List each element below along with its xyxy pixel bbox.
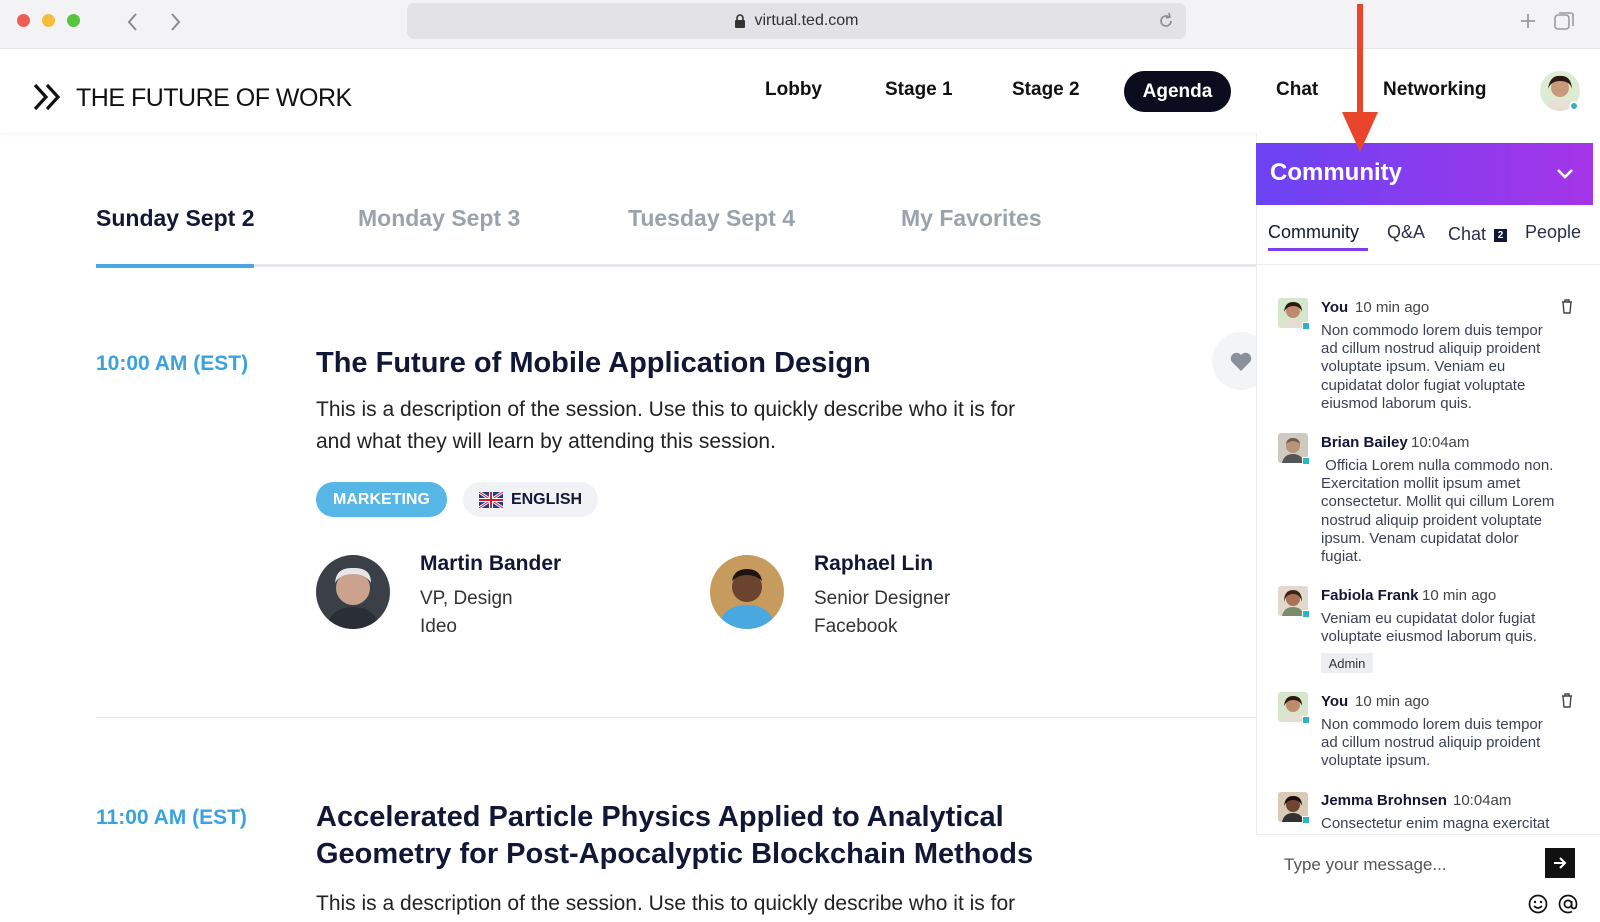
back-icon[interactable] xyxy=(126,12,140,32)
tab-tuesday-sept-4[interactable]: Tuesday Sept 4 xyxy=(628,205,795,232)
emoji-icon[interactable] xyxy=(1527,893,1549,915)
message-text: Officia Lorem nulla commodo non. Exercit… xyxy=(1321,457,1555,566)
chevron-down-icon[interactable] xyxy=(1556,168,1574,180)
tab-monday-sept-3[interactable]: Monday Sept 3 xyxy=(358,205,520,232)
message-text: Non commodo lorem duis tempor ad cillum … xyxy=(1321,322,1543,412)
nav-chat[interactable]: Chat xyxy=(1276,79,1318,101)
message-author[interactable]: You xyxy=(1321,299,1348,316)
admin-badge: Admin xyxy=(1321,653,1373,673)
trash-icon[interactable] xyxy=(1560,298,1574,314)
online-status-dot xyxy=(1302,322,1310,330)
message-input[interactable] xyxy=(1276,846,1546,884)
mention-icon[interactable] xyxy=(1557,893,1579,915)
nav-stage-2[interactable]: Stage 2 xyxy=(1012,79,1080,101)
session-description-line-1: This is a description of the session. Us… xyxy=(316,398,1016,421)
active-community-tab-indicator xyxy=(1268,248,1368,251)
speaker-name[interactable]: Raphael Lin xyxy=(814,552,933,576)
message-time: 10:04am xyxy=(1453,792,1512,809)
message-text: Consectetur enim magna exercitat xyxy=(1321,815,1550,832)
close-window-button[interactable] xyxy=(17,14,30,27)
site-title[interactable]: THE FUTURE OF WORK xyxy=(76,84,352,113)
uk-flag-icon xyxy=(478,491,503,508)
online-status-dot xyxy=(1302,457,1310,465)
logo-chevrons-icon[interactable] xyxy=(33,83,65,111)
session-description-line-2: and what they will learn by attending th… xyxy=(316,430,776,453)
session-title[interactable]: The Future of Mobile Application Design xyxy=(316,345,871,382)
online-status-dot xyxy=(1302,716,1310,724)
speaker-photo[interactable] xyxy=(710,555,784,629)
session-title-line-1[interactable]: Accelerated Particle Physics Applied to … xyxy=(316,799,1004,836)
speaker-role: VP, Design xyxy=(420,588,513,609)
reload-icon[interactable] xyxy=(1157,12,1175,30)
send-button[interactable] xyxy=(1545,848,1575,878)
nav-lobby[interactable]: Lobby xyxy=(765,79,822,101)
tab-chat-label: Chat xyxy=(1448,224,1487,244)
minimize-window-button[interactable] xyxy=(42,14,55,27)
language-pill[interactable]: ENGLISH xyxy=(463,482,598,517)
active-tab-indicator xyxy=(96,264,254,268)
new-tab-icon[interactable] xyxy=(1519,12,1537,30)
message-text: Veniam eu cupidatat dolor fugiat volupta… xyxy=(1321,610,1537,646)
annotation-arrow xyxy=(1342,4,1378,152)
message-author[interactable]: You xyxy=(1321,693,1348,710)
session-time: 10:00 AM (EST) xyxy=(96,352,249,375)
message-time: 10:04am xyxy=(1411,434,1470,451)
address-bar[interactable]: virtual.ted.com xyxy=(407,3,1186,39)
tabs-overview-icon[interactable] xyxy=(1553,11,1575,33)
trash-icon[interactable] xyxy=(1560,692,1574,708)
session-title-line-2[interactable]: Geometry for Post-Apocalyptic Blockchain… xyxy=(316,836,1033,873)
speaker-company: Ideo xyxy=(420,616,457,637)
community-header[interactable]: Community xyxy=(1256,143,1593,205)
message-time: 10 min ago xyxy=(1355,299,1430,316)
tab-community[interactable]: Community xyxy=(1268,222,1359,243)
online-status-dot xyxy=(1569,101,1579,111)
message-time: 10 min ago xyxy=(1422,587,1497,604)
url-text: virtual.ted.com xyxy=(754,12,859,29)
tabs-underline xyxy=(96,264,1256,267)
tab-sunday-sept-2[interactable]: Sunday Sept 2 xyxy=(96,205,254,232)
message-text: Non commodo lorem duis tempor ad cillum … xyxy=(1321,716,1543,770)
session-description-line-1: This is a description of the session. Us… xyxy=(316,892,1016,915)
nav-agenda[interactable]: Agenda xyxy=(1124,71,1231,112)
message-author[interactable]: Jemma Brohnsen xyxy=(1321,792,1447,809)
message-time: 10 min ago xyxy=(1355,693,1430,710)
maximize-window-button[interactable] xyxy=(67,14,80,27)
tab-chat[interactable]: Chat 2 xyxy=(1448,224,1508,245)
message-author[interactable]: Brian Bailey xyxy=(1321,434,1408,451)
tag-marketing[interactable]: MARKETING xyxy=(316,482,447,517)
chat-unread-badge: 2 xyxy=(1494,229,1508,242)
session-divider xyxy=(96,717,1256,718)
forward-icon[interactable] xyxy=(168,12,182,32)
nav-stage-1[interactable]: Stage 1 xyxy=(885,79,953,101)
tab-my-favorites[interactable]: My Favorites xyxy=(901,205,1042,232)
language-label: ENGLISH xyxy=(510,490,583,508)
speaker-name[interactable]: Martin Bander xyxy=(420,552,561,576)
community-tabs-divider xyxy=(1256,264,1600,265)
speaker-company: Facebook xyxy=(814,616,898,637)
online-status-dot xyxy=(1302,610,1310,618)
heart-icon xyxy=(1230,352,1252,371)
nav-networking[interactable]: Networking xyxy=(1383,79,1486,101)
community-header-title: Community xyxy=(1270,159,1402,186)
message-author[interactable]: Fabiola Frank xyxy=(1321,587,1419,604)
speaker-photo[interactable] xyxy=(316,555,390,629)
session-time: 11:00 AM (EST) xyxy=(96,806,247,829)
lock-icon xyxy=(735,14,746,28)
speaker-role: Senior Designer xyxy=(814,588,951,609)
tab-people[interactable]: People xyxy=(1525,222,1581,243)
arrow-right-icon xyxy=(1554,857,1567,869)
online-status-dot xyxy=(1302,816,1310,824)
tab-qa[interactable]: Q&A xyxy=(1387,222,1425,243)
